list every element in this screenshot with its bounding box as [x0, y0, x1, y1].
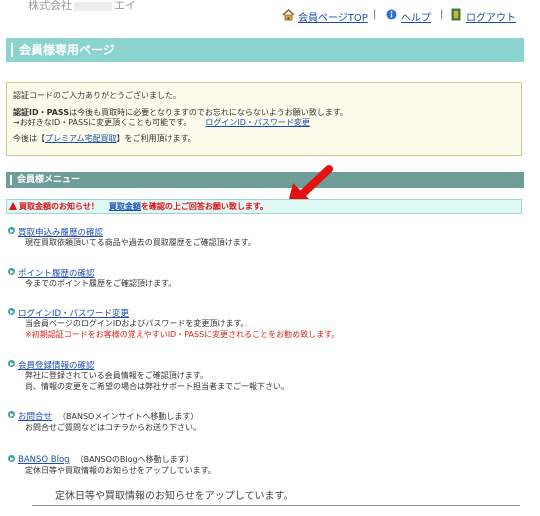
divider: [32, 505, 520, 506]
notice-post: を確認の上ご回答お願い致します。: [140, 202, 269, 211]
member-top-link[interactable]: 会員ページTOP: [298, 9, 368, 24]
premium-delivery-link[interactable]: プレミアム宅配買取: [45, 134, 116, 143]
separator: |: [440, 9, 444, 20]
menu-item-desc: お問合せご質問などはコチラからお送り下さい。: [25, 423, 201, 432]
menu-item-warning: ※初期認証コードをお客様の覚えやすいID・PASSに変更されることをお勧め致しま…: [25, 330, 340, 339]
price-notice-banner: 買取金額のお知らせ！ 買取金額を確認の上ご回答お願い致します。: [6, 199, 522, 214]
change-credentials-link[interactable]: ログインID・パスワード変更: [205, 118, 310, 127]
house-icon: [282, 8, 295, 24]
page-title: 会員様専用ページ: [19, 43, 115, 57]
bullet-arrow-icon: [8, 455, 15, 462]
top-bar: 株式会社 エイ 会員ページTOP | ヘルプ | ログアウト: [0, 0, 540, 32]
info-line-3: →お好きなID・PASSに変更頂くことも可能です。 ログインID・パスワード変更: [13, 117, 310, 128]
menu-item-desc: 当会員ページのログインIDおよびパスワードを変更頂けます。: [25, 319, 249, 328]
logout-link[interactable]: ログアウト: [466, 9, 516, 24]
purchase-amount-link[interactable]: 買取金額: [109, 202, 141, 211]
separator: |: [373, 9, 377, 20]
info-line-1: 認証コードのご入力ありがとうございました。: [13, 91, 181, 100]
notice-pre: 買取金額のお知らせ！: [19, 202, 99, 211]
page-title-bar: 会員様専用ページ: [6, 38, 524, 62]
menu-item-desc: 尚、情報の変更をご希望の場合は弊社サポート担当者までご一報下さい。: [25, 382, 289, 391]
warning-icon: [9, 202, 17, 210]
auth-info-box: 認証コードのご入力ありがとうございました。 認証ID・PASSは今後も買取時に必…: [6, 82, 522, 156]
bullet-arrow-icon: [8, 268, 15, 275]
menu-item-desc: 現在買取依頼頂いてる商品や過去の買取履歴をご確認頂けます。: [25, 238, 256, 247]
company-name-end: エイ: [114, 0, 136, 12]
company-name: 株式会社 エイ: [28, 0, 136, 13]
menu-title-accent-bar: [10, 175, 12, 185]
info-line-4: 今後は【プレミアム宅配買取】をご利用頂けます。: [13, 133, 196, 144]
blog-link[interactable]: BANSO Blog: [18, 455, 70, 465]
menu-item-desc: 定休日等や買取情報のお知らせをアップしています。: [25, 466, 216, 475]
notice-text: 買取金額のお知らせ！ 買取金額を確認の上ご回答お願い致します。: [19, 200, 268, 213]
menu-item-desc: 今までのポイント履歴をご確認頂けます。: [25, 279, 177, 288]
company-name-start: 株式会社: [28, 0, 72, 12]
menu-item-desc: 弊社に登録されている会員情報をご確認頂けます。: [25, 371, 208, 380]
contact-link[interactable]: お問合せ: [18, 412, 52, 422]
blog-note: （BANSOのBlogへ移動します）: [75, 455, 194, 464]
redacted-text: [74, 1, 112, 11]
title-accent-bar: [11, 43, 13, 57]
logout-icon: [451, 8, 463, 24]
info-line-4-pre: 今後は【: [13, 134, 45, 143]
menu-title: 会員様メニュー: [17, 175, 81, 185]
info-line-2-bold: 認証ID・PASS: [13, 108, 70, 117]
bullet-arrow-icon: [8, 308, 15, 315]
info-line-2-rest: は今後も買取時に必要となりますのでお忘れにならないようお願い致します。: [69, 108, 348, 117]
info-icon: [386, 9, 397, 23]
info-line-3-text: →お好きなID・PASSに変更頂くことも可能です。: [13, 118, 192, 127]
menu-title-bar: 会員様メニュー: [6, 172, 524, 188]
footer-text: 定休日等や買取情報のお知らせをアップしています。: [55, 491, 294, 502]
bullet-arrow-icon: [8, 360, 15, 367]
help-link[interactable]: ヘルプ: [401, 9, 431, 24]
bullet-arrow-icon: [8, 411, 15, 418]
bullet-arrow-icon: [8, 227, 15, 234]
info-line-4-post: 】をご利用頂けます。: [116, 134, 196, 143]
contact-note: （BANSOメインサイトへ移動します）: [58, 412, 199, 421]
